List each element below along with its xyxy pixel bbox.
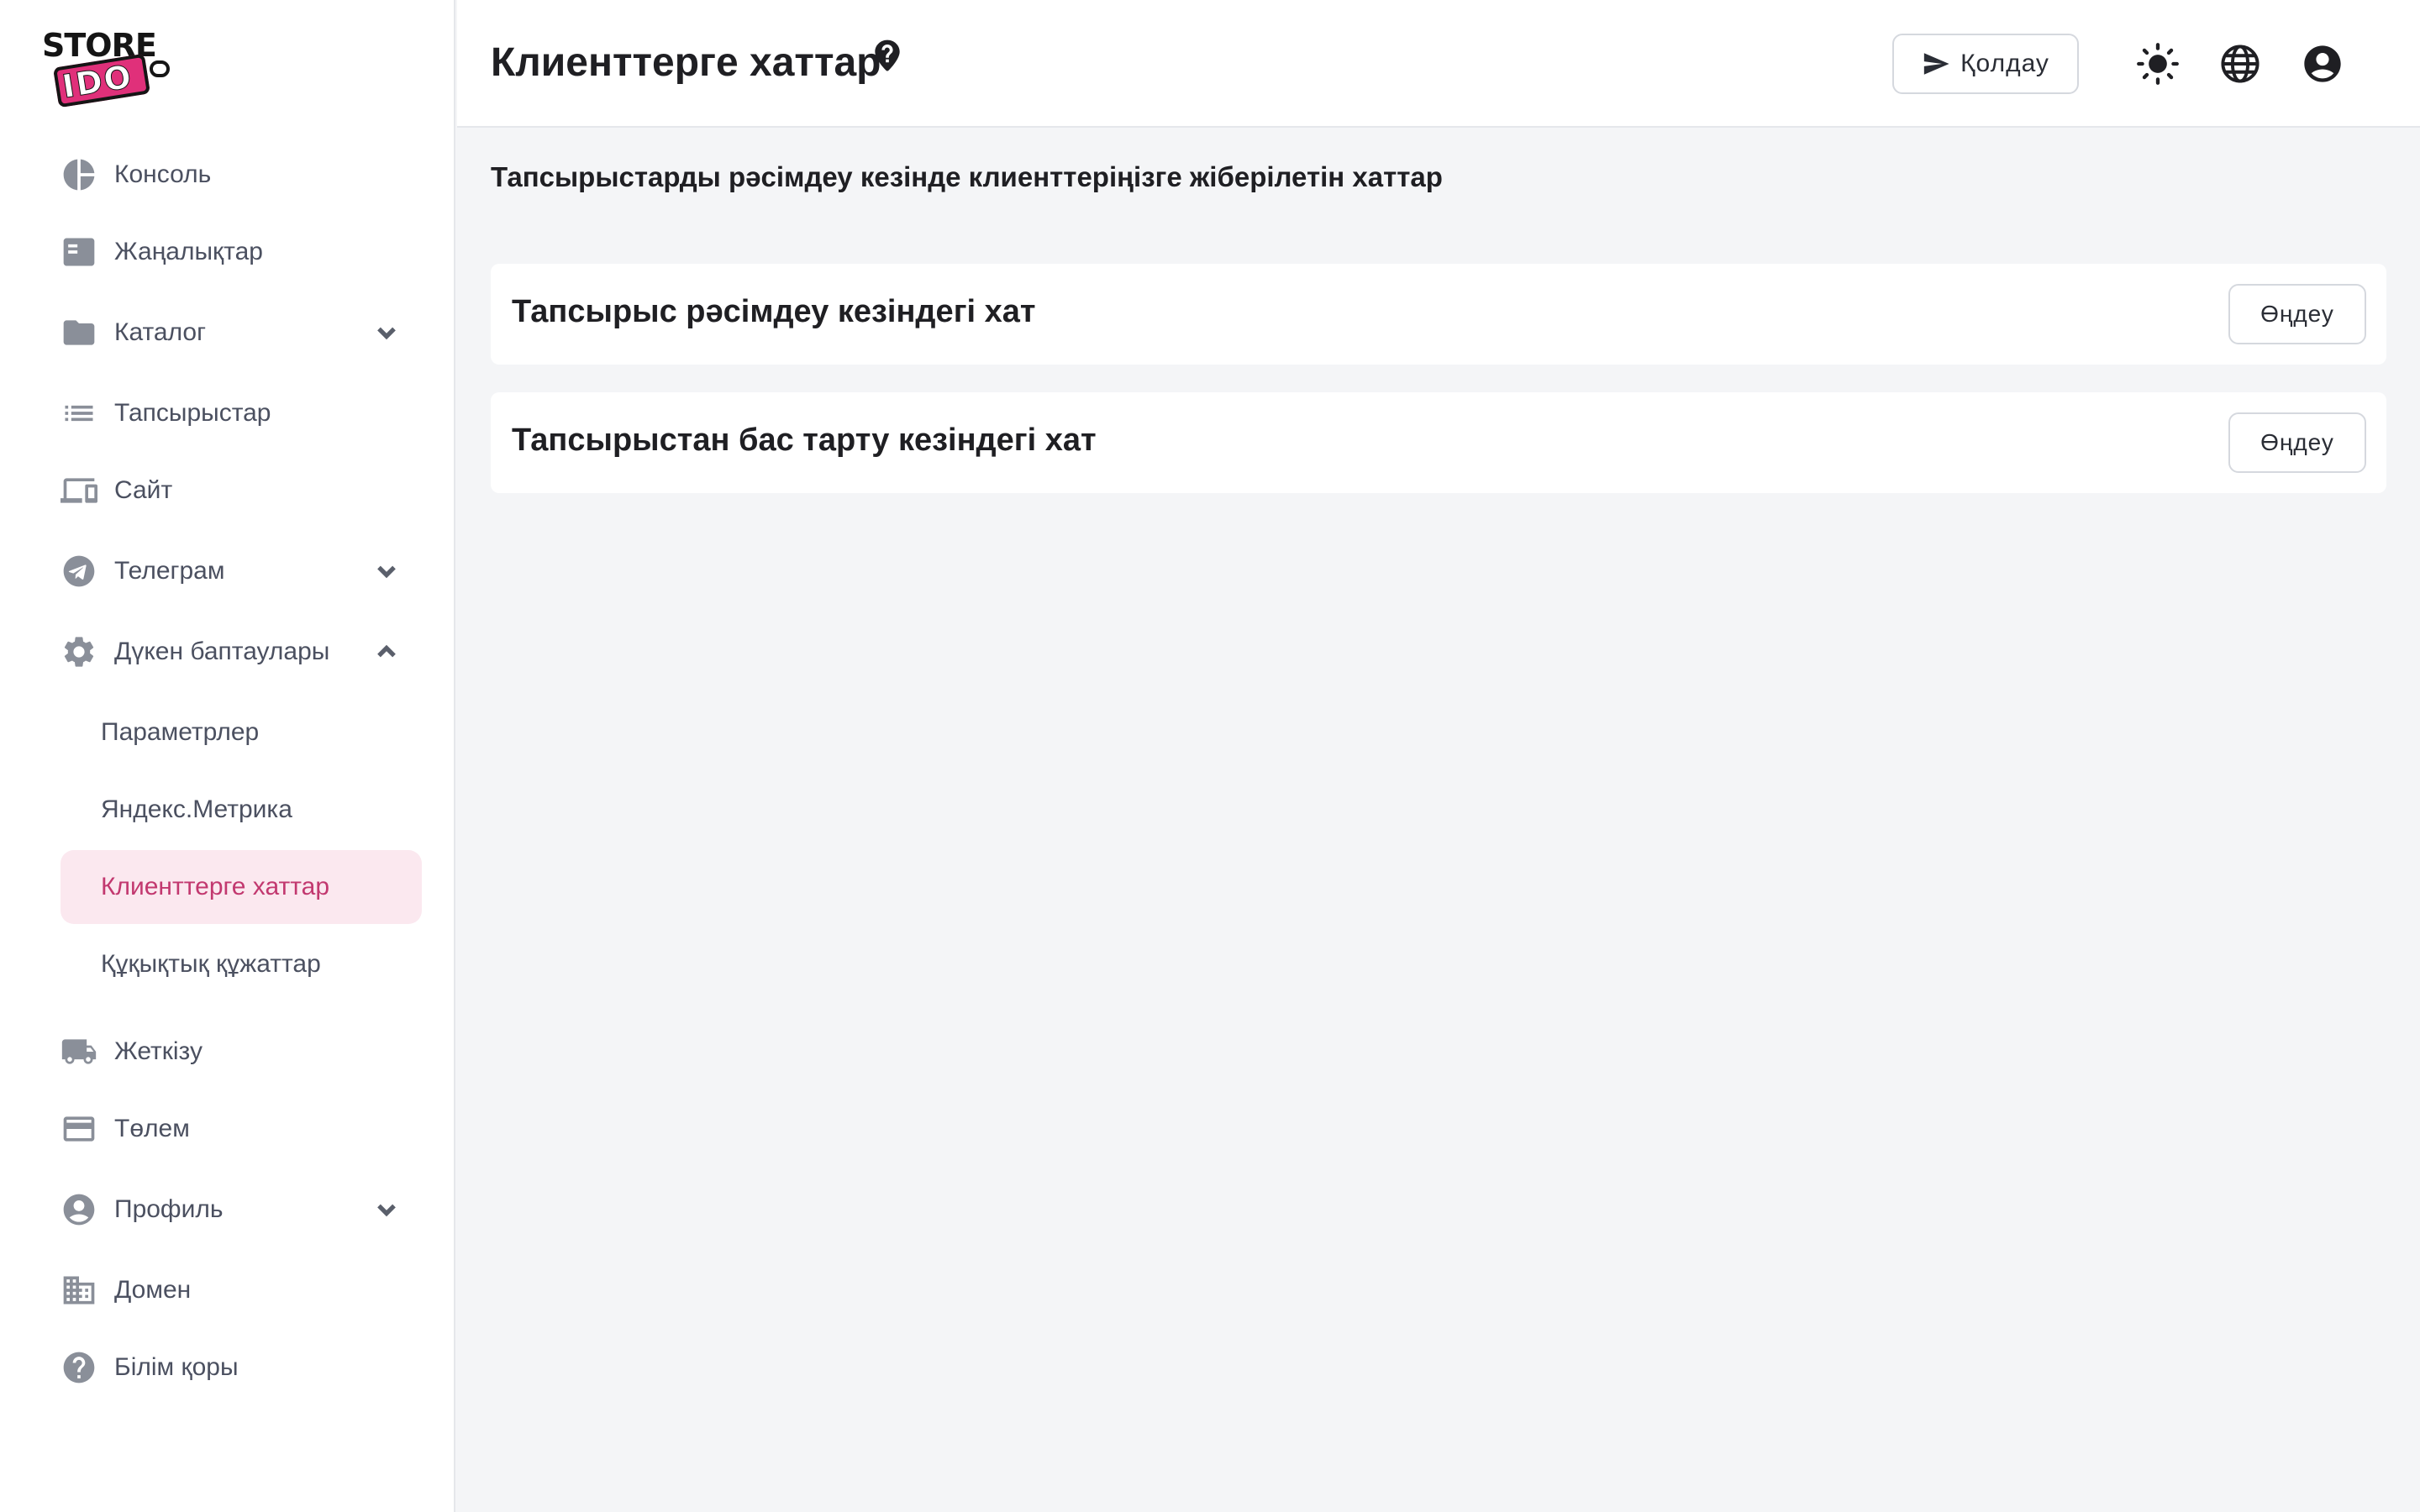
chevron-down-icon[interactable]	[371, 318, 402, 348]
top-header: Клиенттерге хаттар Қолдау	[457, 0, 2420, 128]
sidebar-item-label: Дүкен баптаулары	[114, 638, 330, 665]
chevron-down-icon[interactable]	[371, 1194, 402, 1225]
list-icon	[60, 395, 97, 432]
sidebar-item-site[interactable]: Сайт	[60, 454, 422, 528]
sidebar-item-label: Төлем	[114, 1115, 190, 1142]
chevron-down-icon[interactable]	[371, 556, 402, 586]
letter-card-order-cancelled: Тапсырыстан бас тарту кезіндегі хат Өңде…	[491, 392, 2386, 493]
newspaper-icon	[60, 234, 97, 270]
gear-icon	[60, 633, 97, 670]
truck-icon	[60, 1033, 97, 1070]
account-icon[interactable]	[2301, 42, 2344, 86]
sidebar-item-profile[interactable]: Профиль	[60, 1173, 422, 1247]
send-icon	[1923, 53, 1949, 75]
building-icon	[60, 1272, 97, 1309]
edit-button[interactable]: Өңдеу	[2228, 284, 2366, 344]
sidebar-subitem-yandex-metrika[interactable]: Яндекс.Метрика	[60, 773, 422, 847]
sidebar-item-label: Сайт	[114, 476, 173, 504]
sidebar-item-label: Домен	[114, 1276, 192, 1304]
support-button[interactable]: Қолдау	[1892, 34, 2079, 94]
store-ido-logo[interactable]: STORE IDO	[40, 29, 175, 108]
sidebar: STORE IDO Консоль Жаңалықтар Каталог Тап…	[0, 0, 455, 1512]
sidebar-item-label: Білім қоры	[114, 1353, 239, 1381]
sidebar-item-store-settings[interactable]: Дүкен баптаулары	[60, 615, 422, 689]
letter-title: Тапсырыстан бас тарту кезіндегі хат	[512, 423, 1097, 458]
help-icon[interactable]	[869, 37, 906, 74]
sidebar-item-payment[interactable]: Төлем	[60, 1092, 422, 1166]
sidebar-item-delivery[interactable]: Жеткізу	[60, 1015, 422, 1089]
sidebar-item-label: Телеграм	[114, 557, 225, 585]
chevron-up-icon[interactable]	[371, 637, 402, 667]
letter-card-order-placed: Тапсырыс рәсімдеу кезіндегі хат Өңдеу	[491, 264, 2386, 365]
sidebar-item-label: Жеткізу	[114, 1037, 203, 1065]
language-globe-icon[interactable]	[2218, 42, 2262, 86]
help-circle-icon	[60, 1349, 97, 1386]
account-circle-icon	[60, 1191, 97, 1228]
sidebar-subitem-customer-letters[interactable]: Клиенттерге хаттар	[60, 850, 422, 924]
sidebar-item-domain[interactable]: Домен	[60, 1253, 422, 1327]
theme-sun-icon[interactable]	[2136, 42, 2180, 86]
sidebar-subitem-legal-documents[interactable]: Құқықтық құжаттар	[60, 927, 422, 1001]
support-button-label: Қолдау	[1960, 50, 2049, 77]
telegram-icon	[60, 553, 97, 590]
sidebar-item-orders[interactable]: Тапсырыстар	[60, 376, 422, 450]
sidebar-item-label: Профиль	[114, 1195, 224, 1223]
sidebar-item-knowledge-base[interactable]: Білім қоры	[60, 1331, 422, 1404]
sidebar-item-label: Жаңалықтар	[114, 238, 263, 265]
section-subtitle: Тапсырыстарды рәсімдеу кезінде клиенттер…	[491, 161, 1443, 192]
sidebar-subitem-parameters[interactable]: Параметрлер	[60, 696, 422, 769]
letter-title: Тапсырыс рәсімдеу кезіндегі хат	[512, 294, 1036, 329]
sidebar-item-console[interactable]: Консоль	[60, 138, 422, 212]
sidebar-item-label: Тапсырыстар	[114, 399, 271, 427]
folder-icon	[60, 314, 97, 351]
pie-chart-icon	[60, 156, 97, 193]
page-title: Клиенттерге хаттар	[491, 40, 881, 85]
sidebar-item-catalog[interactable]: Каталог	[60, 296, 422, 370]
sidebar-item-news[interactable]: Жаңалықтар	[60, 215, 422, 289]
credit-card-icon	[60, 1110, 97, 1147]
sidebar-item-telegram[interactable]: Телеграм	[60, 534, 422, 608]
sidebar-item-label: Консоль	[114, 160, 212, 188]
edit-button[interactable]: Өңдеу	[2228, 412, 2366, 473]
logo-hook	[150, 60, 170, 77]
sidebar-item-label: Каталог	[114, 318, 207, 346]
devices-icon	[60, 472, 97, 509]
